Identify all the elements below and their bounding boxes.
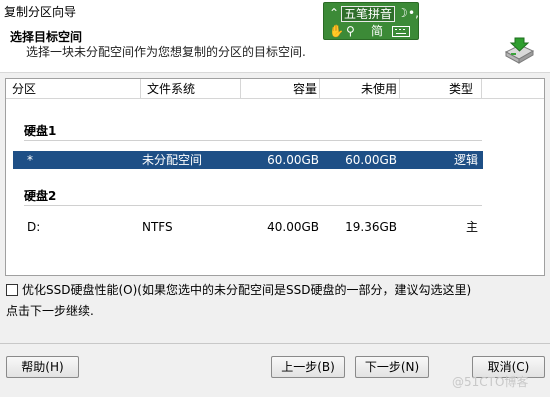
footer-divider	[0, 343, 550, 344]
disk-group-label: 硬盘2	[24, 189, 57, 203]
help-button[interactable]: 帮助(H)	[6, 356, 79, 378]
punctuation-icon[interactable]: •,	[408, 5, 419, 21]
partition-row-unallocated[interactable]: * 未分配空间 60.00GB 60.00GB 逻辑	[13, 151, 483, 169]
moon-icon[interactable]: ☽	[397, 5, 408, 21]
cell-capacity: 40.00GB	[267, 220, 319, 234]
back-button[interactable]: 上一步(B)	[271, 356, 345, 378]
cell-type: 主	[465, 220, 478, 234]
cell-filesystem: NTFS	[142, 220, 173, 234]
window-title: 复制分区向导	[4, 5, 77, 19]
cell-capacity: 60.00GB	[267, 153, 319, 167]
col-type[interactable]: 类型	[400, 79, 482, 99]
col-capacity[interactable]: 容量	[241, 79, 320, 99]
partition-row-d[interactable]: D: NTFS 40.00GB 19.36GB 主	[13, 218, 483, 236]
column-header: 分区 文件系统 容量 未使用 类型	[6, 79, 544, 99]
collapse-icon[interactable]: ⌃	[329, 5, 339, 21]
disk-copy-icon	[504, 37, 535, 64]
search-icon[interactable]: ⚲	[346, 23, 355, 39]
col-unused[interactable]: 未使用	[320, 79, 400, 99]
wizard-header: 选择目标空间 选择一块未分配空间作为您想复制的分区的目标空间.	[0, 22, 550, 73]
hand-icon[interactable]: ✋	[329, 23, 344, 39]
next-button[interactable]: 下一步(N)	[355, 356, 429, 378]
cell-filesystem: 未分配空间	[142, 153, 203, 167]
step-subtitle: 选择一块未分配空间作为您想复制的分区的目标空间.	[26, 45, 306, 59]
cell-unused: 19.36GB	[345, 220, 397, 234]
title-bar: 复制分区向导	[0, 0, 550, 22]
cell-partition: D:	[27, 220, 41, 234]
partition-list[interactable]: 分区 文件系统 容量 未使用 类型 硬盘1 * 未分配空间 60.00GB 60…	[5, 78, 545, 276]
group-divider	[24, 205, 482, 206]
ime-toolbar[interactable]: ⌃ 五笔拼音 ☽ •, ✋ ⚲ 简	[323, 2, 419, 40]
ime-name[interactable]: 五笔拼音	[341, 6, 396, 22]
cell-unused: 60.00GB	[345, 153, 397, 167]
ime-mode[interactable]: 简	[371, 23, 383, 39]
col-filesystem[interactable]: 文件系统	[141, 79, 241, 99]
ssd-optimize-label[interactable]: 优化SSD硬盘性能(O)(如果您选中的未分配空间是SSD硬盘的一部分，建议勾选这…	[22, 282, 471, 298]
group-divider	[24, 140, 482, 141]
ssd-optimize-checkbox[interactable]	[6, 284, 18, 296]
col-partition[interactable]: 分区	[6, 79, 141, 99]
keyboard-icon[interactable]	[392, 26, 410, 37]
continue-hint: 点击下一步继续.	[6, 304, 94, 318]
watermark: @51CTO博客	[452, 375, 529, 389]
disk-group-label: 硬盘1	[24, 124, 57, 138]
cell-type: 逻辑	[453, 153, 478, 167]
cell-partition: *	[27, 153, 33, 167]
